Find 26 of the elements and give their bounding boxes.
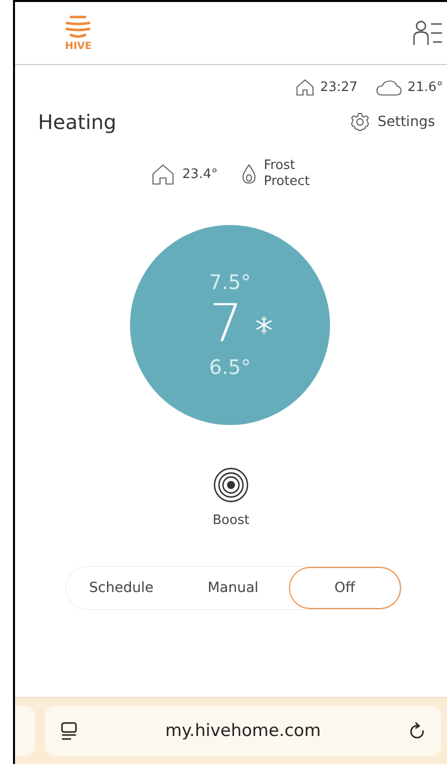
outdoor-temperature: 21.6° [408, 80, 443, 95]
page-menu-icon[interactable] [61, 722, 77, 740]
snowflake-icon [254, 316, 273, 334]
logo-icon [65, 14, 92, 38]
mode-tab[interactable]: Manual [177, 566, 289, 608]
target-temperature: 7 [209, 296, 243, 354]
reload-icon[interactable] [409, 722, 425, 740]
mode-tab[interactable]: Off [288, 566, 401, 608]
house-icon [296, 79, 314, 96]
mode-status-text: Protect [264, 174, 310, 190]
local-time: 23:27 [320, 80, 358, 95]
house-icon [152, 164, 174, 185]
mode-tab[interactable]: Schedule [66, 566, 178, 608]
cloud-icon [376, 80, 402, 96]
settings-link[interactable]: Settings [350, 112, 435, 132]
logo-text: HIVE [65, 40, 92, 52]
address-bar[interactable]: my.hivehome.com [45, 706, 441, 756]
mode-status-text: Frost [264, 158, 296, 174]
account-menu-icon[interactable] [413, 20, 443, 46]
indoor-temperature: 23.4° [182, 166, 218, 182]
url-text: my.hivehome.com [165, 721, 321, 741]
settings-icon [350, 112, 370, 132]
boost-button[interactable]: Boost [212, 466, 250, 528]
flame-icon [242, 164, 256, 184]
page-title: Heating [38, 110, 116, 134]
target-rings-icon [212, 466, 249, 502]
